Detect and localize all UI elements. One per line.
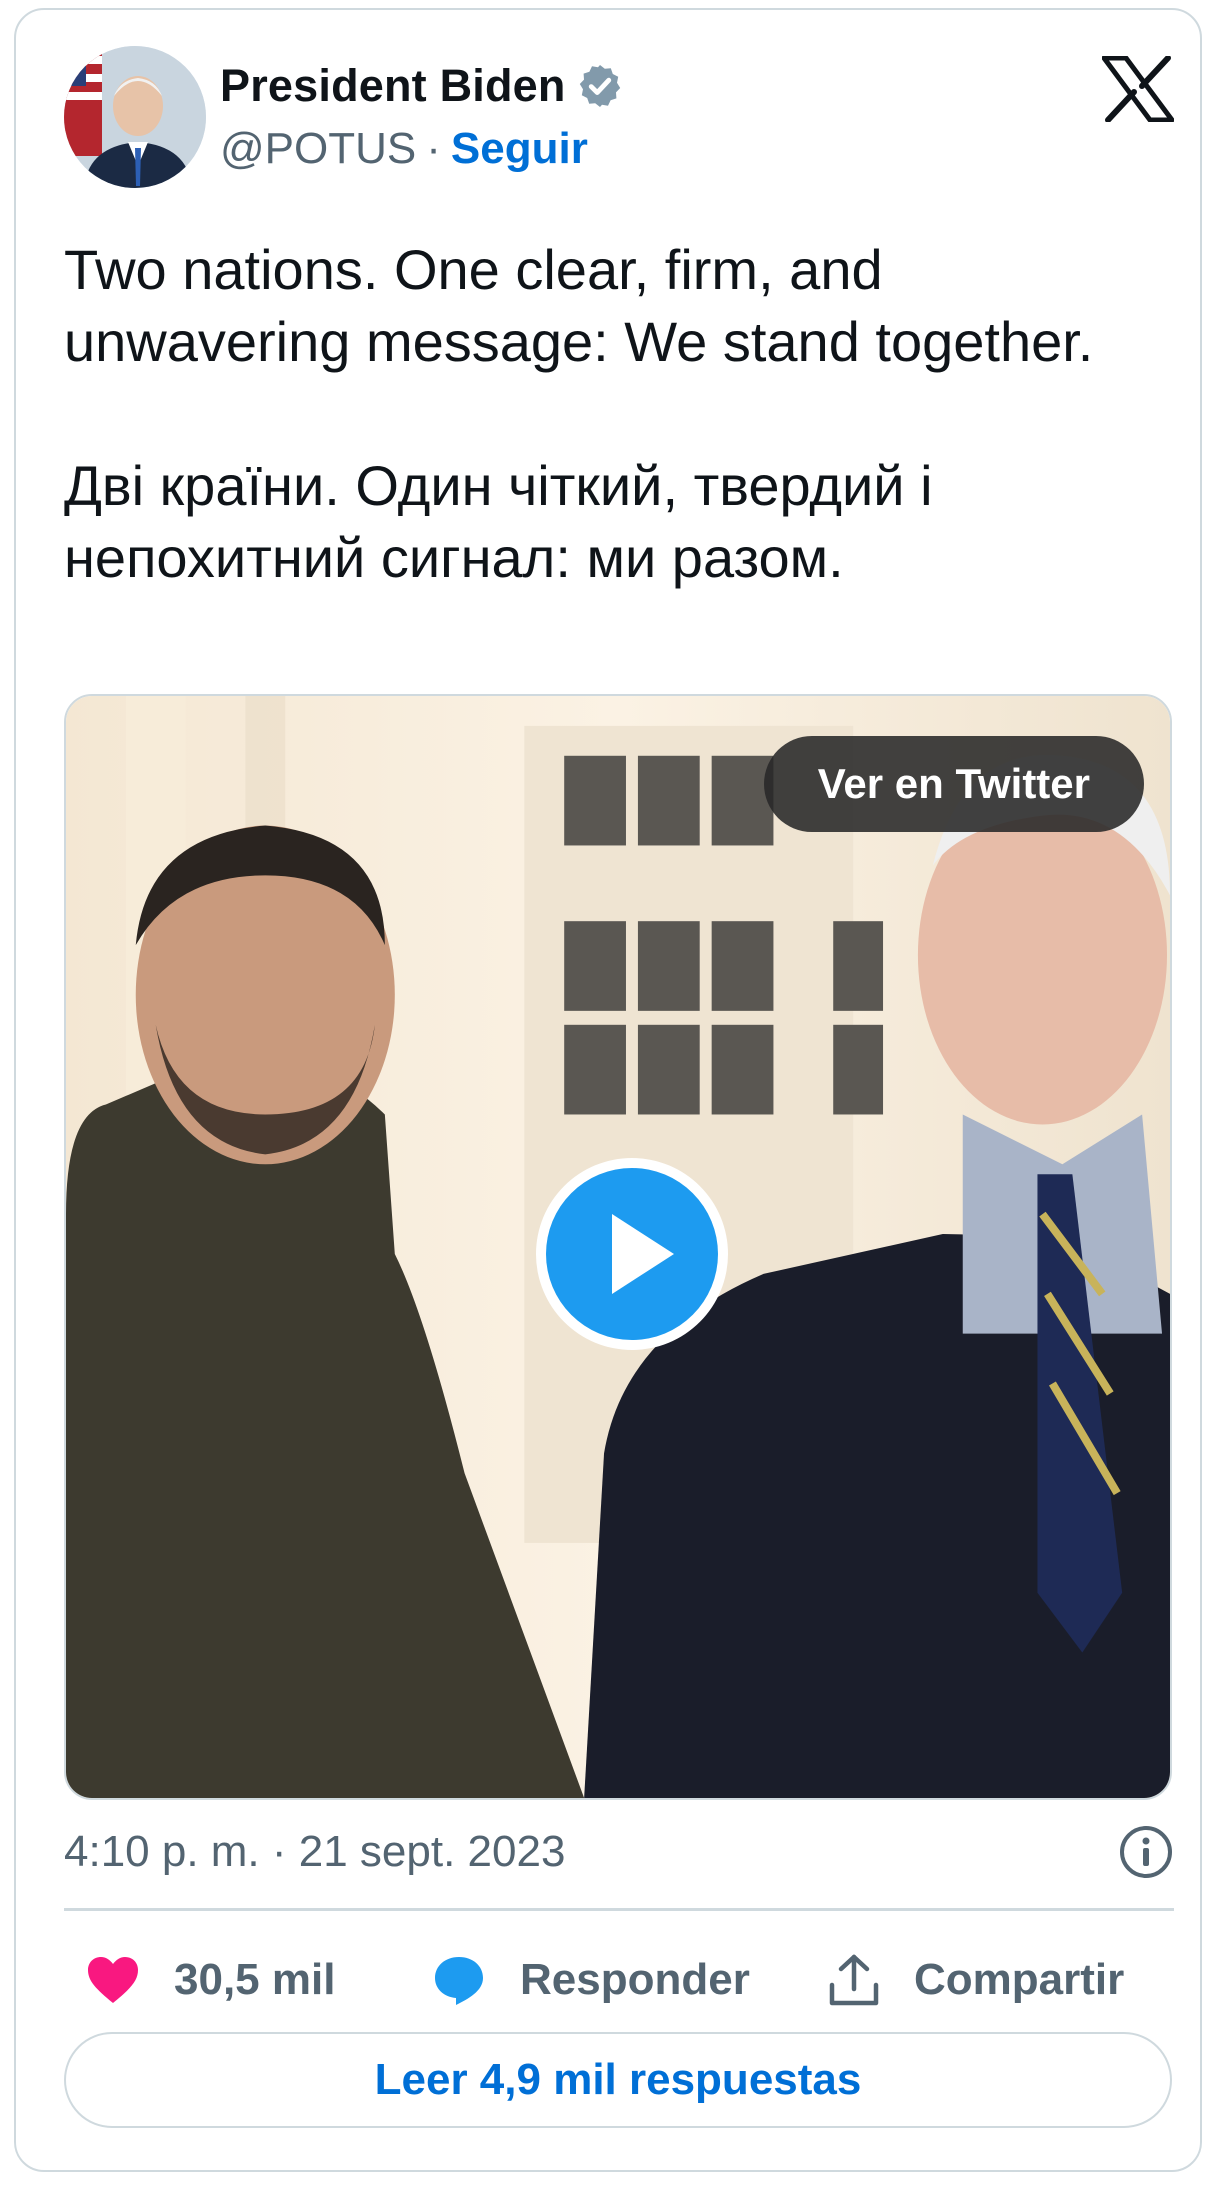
x-logo-icon[interactable] <box>1102 56 1174 122</box>
reply-button[interactable]: Responder <box>432 1953 750 2007</box>
video-player[interactable]: Ver en Twitter <box>64 694 1172 1800</box>
author-handle-row: @POTUS · Seguir <box>220 124 588 174</box>
action-bar: 30,5 mil Responder Compartir <box>64 1940 1174 2020</box>
avatar[interactable] <box>64 46 206 188</box>
info-icon[interactable] <box>1118 1824 1174 1880</box>
reply-label: Responder <box>520 1955 750 2004</box>
share-label: Compartir <box>914 1955 1125 2004</box>
view-on-twitter-button[interactable]: Ver en Twitter <box>763 736 1144 832</box>
play-icon[interactable] <box>534 1156 730 1352</box>
share-icon <box>829 1954 879 2006</box>
speech-bubble-icon <box>435 1957 483 2005</box>
separator-dot: · <box>426 124 441 173</box>
share-button[interactable]: Compartir <box>828 1953 1124 2007</box>
follow-link[interactable]: Seguir <box>451 124 588 174</box>
like-count: 30,5 mil <box>174 1955 336 2004</box>
author-name[interactable]: President Biden <box>220 60 566 112</box>
tweet-meta: 4:10 p. m. · 21 sept. 2023 <box>64 1820 1174 1884</box>
avatar-image <box>64 46 206 188</box>
tweet-card: President Biden @POTUS · Seguir Two nati… <box>14 8 1202 2172</box>
read-replies-button[interactable]: Leer 4,9 mil respuestas <box>64 2032 1172 2128</box>
divider <box>64 1908 1174 1911</box>
tweet-text: Two nations. One clear, firm, and unwave… <box>64 238 1094 589</box>
author-handle[interactable]: @POTUS <box>220 124 416 174</box>
timestamp[interactable]: 4:10 p. m. · 21 sept. 2023 <box>64 1827 565 1877</box>
heart-icon <box>88 1957 138 2003</box>
like-button[interactable]: 30,5 mil <box>86 1955 335 2005</box>
verified-badge-icon <box>579 65 620 107</box>
author-name-row[interactable]: President Biden <box>220 60 624 112</box>
